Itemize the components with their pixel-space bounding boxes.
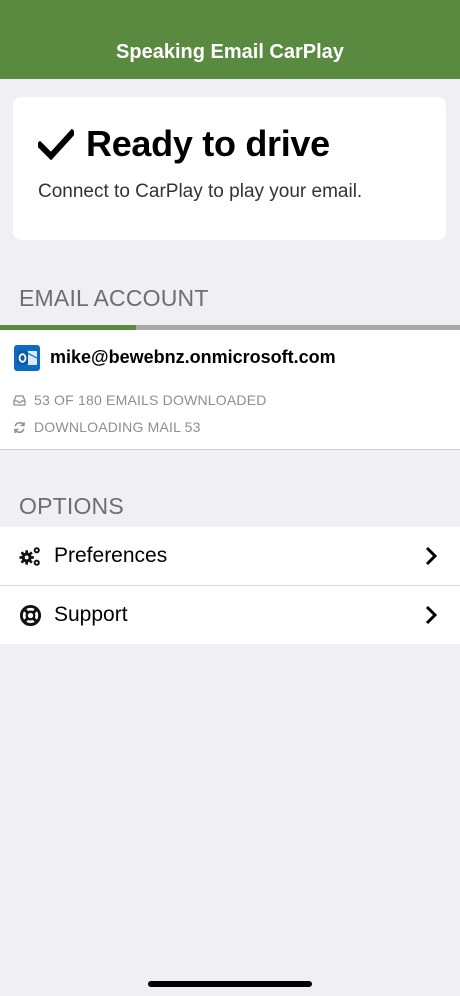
lifebuoy-icon: [19, 604, 42, 626]
chevron-right-icon: [425, 546, 438, 566]
checkmark-icon: [38, 128, 74, 160]
download-count-status: 53 OF 180 EMAILS DOWNLOADED: [13, 392, 267, 408]
preferences-row[interactable]: Preferences: [0, 527, 460, 585]
options-header: OPTIONS: [19, 493, 124, 519]
ready-subtitle: Connect to CarPlay to play your email.: [38, 181, 363, 202]
email-account-row[interactable]: mike@bewebnz.onmicrosoft.com 53 OF 180 E…: [0, 330, 460, 450]
nav-title: Speaking Email CarPlay: [116, 41, 344, 63]
support-label: Support: [54, 603, 128, 626]
account-email: mike@bewebnz.onmicrosoft.com: [50, 347, 336, 367]
inbox-icon: [13, 394, 26, 406]
ready-card: Ready to drive Connect to CarPlay to pla…: [13, 97, 446, 240]
chevron-right-icon: [425, 605, 438, 625]
ready-title: Ready to drive: [86, 123, 330, 164]
ready-header: Ready to drive: [38, 123, 422, 165]
outlook-icon: [14, 345, 40, 371]
nav-bar: Speaking Email CarPlay: [0, 0, 460, 79]
home-indicator[interactable]: [148, 981, 312, 987]
download-count-text: 53 OF 180 EMAILS DOWNLOADED: [34, 392, 267, 408]
email-account-header: EMAIL ACCOUNT: [19, 285, 209, 311]
preferences-label: Preferences: [54, 544, 168, 567]
support-row[interactable]: Support: [0, 586, 460, 644]
downloading-status: DOWNLOADING MAIL 53: [13, 419, 201, 435]
sync-icon: [14, 421, 25, 433]
gears-icon: [19, 546, 40, 566]
downloading-text: DOWNLOADING MAIL 53: [34, 419, 201, 435]
